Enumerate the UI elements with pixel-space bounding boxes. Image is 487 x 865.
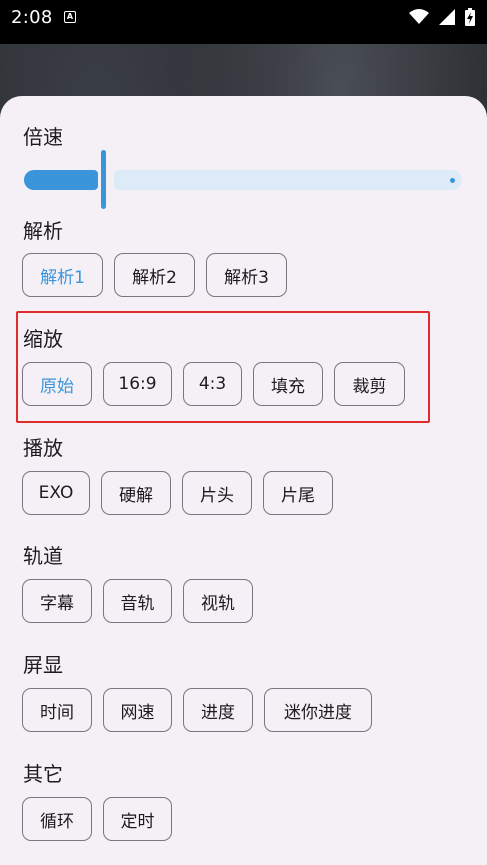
- play-exo-button[interactable]: EXO: [22, 471, 90, 515]
- track-section-title: 轨道: [23, 544, 63, 568]
- scale-section-title: 缩放: [23, 327, 63, 351]
- wifi-icon: [409, 9, 429, 24]
- track-subtitle-button[interactable]: 字幕: [22, 579, 92, 623]
- other-timer-button[interactable]: 定时: [103, 797, 172, 841]
- parse-options: 解析1 解析2 解析3: [22, 253, 287, 297]
- speed-section-title: 倍速: [23, 125, 63, 149]
- scale-options: 原始 16:9 4:3 填充 裁剪: [22, 362, 405, 406]
- other-section-title: 其它: [23, 762, 63, 786]
- display-progress-button[interactable]: 进度: [183, 688, 253, 732]
- slider-thumb[interactable]: [101, 150, 106, 209]
- battery-charging-icon: [465, 8, 475, 26]
- parse-option-3-button[interactable]: 解析3: [206, 253, 287, 297]
- display-section-title: 屏显: [23, 653, 63, 677]
- other-loop-button[interactable]: 循环: [22, 797, 92, 841]
- parse-option-2-button[interactable]: 解析2: [114, 253, 195, 297]
- display-options: 时间 网速 进度 迷你进度: [22, 688, 372, 732]
- display-speed-button[interactable]: 网速: [103, 688, 172, 732]
- play-options: EXO 硬解 片头 片尾: [22, 471, 333, 515]
- signal-icon: [439, 9, 455, 25]
- speed-slider[interactable]: [24, 150, 464, 209]
- slider-active-track: [24, 170, 98, 190]
- status-bar: 2:08 A: [0, 0, 487, 44]
- play-intro-button[interactable]: 片头: [182, 471, 252, 515]
- play-section-title: 播放: [23, 436, 63, 460]
- other-options: 循环 定时: [22, 797, 172, 841]
- status-time: 2:08: [11, 7, 53, 28]
- display-time-button[interactable]: 时间: [22, 688, 92, 732]
- parse-option-1-button[interactable]: 解析1: [22, 253, 103, 297]
- parse-section-title: 解析: [23, 219, 63, 243]
- notification-a-icon: A: [64, 11, 76, 23]
- scale-16-9-button[interactable]: 16:9: [103, 362, 172, 406]
- slider-end-dot: [450, 178, 455, 183]
- track-options: 字幕 音轨 视轨: [22, 579, 253, 623]
- play-hw-decode-button[interactable]: 硬解: [101, 471, 171, 515]
- scale-4-3-button[interactable]: 4:3: [183, 362, 242, 406]
- slider-inactive-track: [114, 170, 462, 190]
- play-outro-button[interactable]: 片尾: [263, 471, 333, 515]
- display-mini-progress-button[interactable]: 迷你进度: [264, 688, 372, 732]
- track-audio-button[interactable]: 音轨: [103, 579, 172, 623]
- scale-original-button[interactable]: 原始: [22, 362, 92, 406]
- scale-fill-button[interactable]: 填充: [253, 362, 323, 406]
- track-video-button[interactable]: 视轨: [183, 579, 253, 623]
- scale-crop-button[interactable]: 裁剪: [334, 362, 405, 406]
